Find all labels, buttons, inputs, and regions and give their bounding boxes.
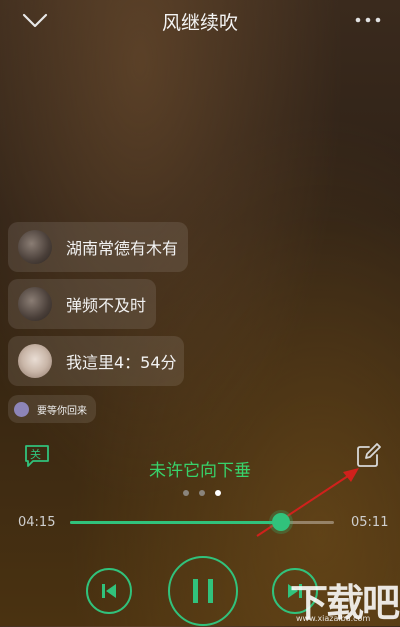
comment-bubble[interactable]: 我這里4：54分 [8,336,184,386]
comment-text: 湖南常德有木有 [66,239,179,258]
comment-text: 要等你回来 [37,405,87,417]
annotation-arrow [256,468,359,537]
pager-dot-active [215,490,221,496]
more-horizontal-icon[interactable] [354,16,382,24]
mini-comment-bubble[interactable]: 要等你回来 [8,395,96,423]
pager-dot [183,490,189,496]
previous-button[interactable] [86,568,132,614]
comment-text: 弹频不及时 [66,296,147,315]
pause-button[interactable] [168,556,238,626]
song-title: 风继续吹 [161,12,238,34]
avatar [18,230,52,264]
pager-dots [183,490,221,496]
watermark: 下载吧 www.xiazaiba.com [256,570,400,626]
pause-icon [193,579,213,603]
avatar [14,401,29,417]
current-time: 04:15 [18,515,56,530]
comment-bubble[interactable]: 弹频不及时 [8,279,156,329]
pager-dot [199,490,205,496]
avatar [18,344,52,378]
progress-fill [70,521,282,524]
progress-slider[interactable] [70,513,334,531]
comment-text: 我這里4：54分 [66,353,177,372]
skip-previous-icon [102,584,116,598]
comment-bubble[interactable]: 湖南常德有木有 [8,222,188,272]
avatar [18,287,52,321]
total-time: 05:11 [351,515,389,530]
watermark-url: www.xiazaiba.com [296,614,371,623]
progress-thumb[interactable] [272,513,291,531]
